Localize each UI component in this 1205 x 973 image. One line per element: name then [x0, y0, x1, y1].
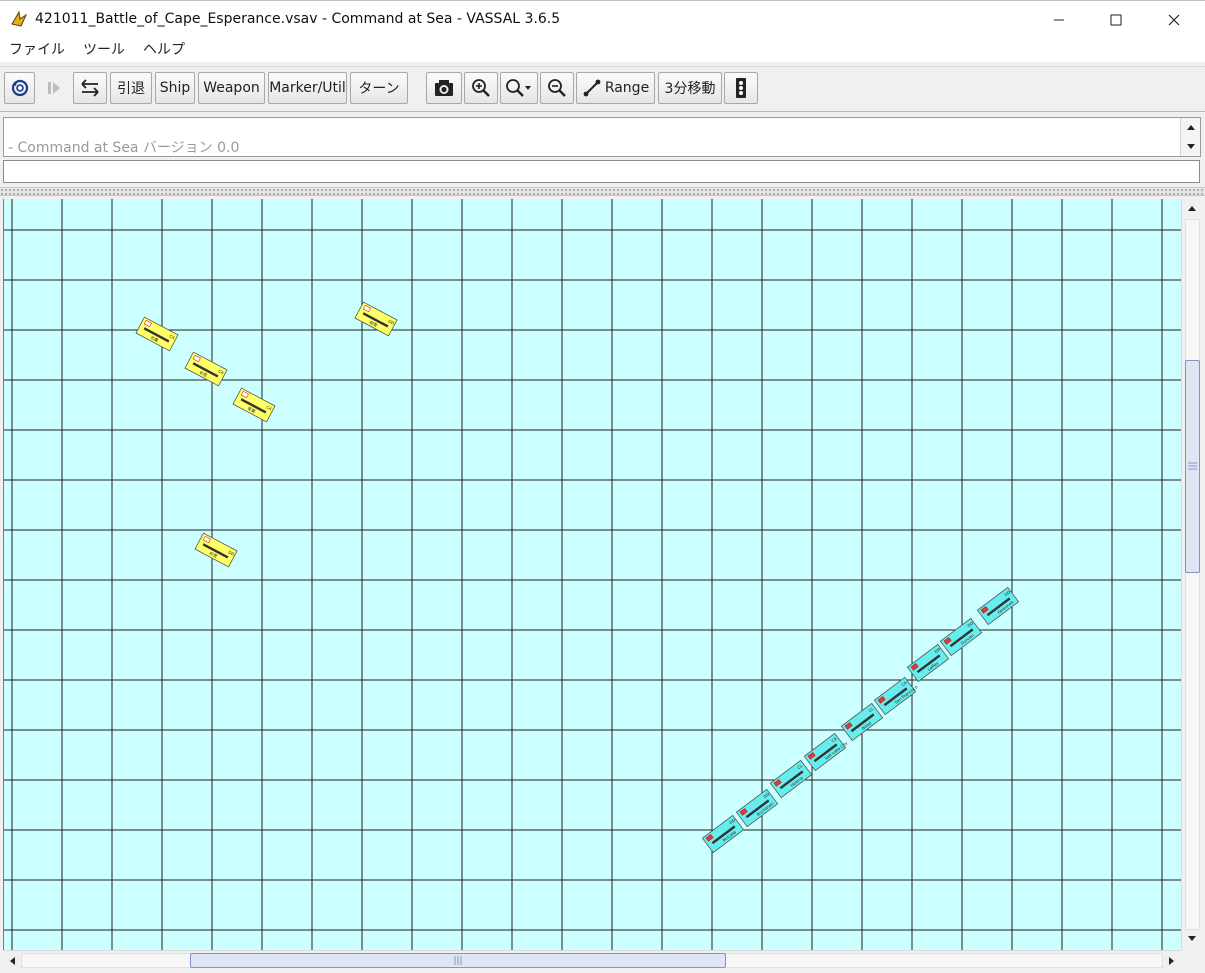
scroll-right-button[interactable]: [1164, 953, 1180, 969]
scrollbar-corner: [1181, 950, 1202, 970]
zoom-in-icon: [472, 79, 490, 97]
arrow-up-icon: [1188, 206, 1196, 211]
move-3min-button[interactable]: 3分移動: [658, 72, 722, 104]
menu-bar: ファイル ツール ヘルプ: [0, 38, 1205, 62]
map-view[interactable]: CA 古鷹 CA 衣笠 CA 青葉 DD 初雪 DD 吹雪 DD McCalla DD Buchanan C…: [3, 199, 1181, 950]
horizontal-scroll-thumb[interactable]: [190, 953, 726, 968]
minimize-icon: [1054, 19, 1064, 21]
vassal-app-icon: [11, 10, 28, 27]
chat-scroll-down-button[interactable]: [1183, 139, 1199, 155]
chat-scroll-up-button[interactable]: [1183, 119, 1199, 135]
menu-tools[interactable]: ツール: [74, 38, 134, 62]
toolbar: 引退 Ship Weapon Marker/Util ターン Range 3分移…: [0, 66, 1205, 112]
marker-util-button[interactable]: Marker/Util: [268, 72, 347, 104]
swap-arrows-icon: [81, 79, 99, 97]
chat-input[interactable]: [3, 160, 1200, 183]
zoom-in-button[interactable]: [464, 72, 498, 104]
chat-log[interactable]: - Command at Sea バージョン 0.0: [3, 117, 1201, 157]
zoom-select-button[interactable]: [500, 72, 538, 104]
turn-button[interactable]: ターン: [350, 72, 408, 104]
move-3min-label: 3分移動: [664, 81, 716, 97]
turn-label: ターン: [358, 81, 400, 97]
flip-button[interactable]: [73, 72, 107, 104]
undo-icon: [11, 79, 28, 97]
traffic-light-button[interactable]: [724, 72, 758, 104]
weapon-button[interactable]: Weapon: [198, 72, 265, 104]
retreat-label: 引退: [117, 81, 145, 97]
arrow-up-icon: [1187, 125, 1195, 130]
chat-message: - Command at Sea バージョン 0.0: [8, 140, 240, 156]
arrow-right-icon: [1169, 957, 1174, 965]
camera-icon: [435, 80, 453, 96]
zoom-dropdown-icon: [506, 79, 531, 97]
zoom-out-icon: [548, 79, 566, 97]
vertical-scroll-thumb[interactable]: [1185, 360, 1200, 573]
arrow-down-icon: [1188, 936, 1196, 941]
minimize-button[interactable]: [1030, 1, 1088, 39]
arrow-left-icon: [10, 957, 15, 965]
close-icon: [1168, 14, 1180, 26]
arrow-down-icon: [1187, 144, 1195, 149]
step-forward-icon: [48, 82, 60, 94]
sea-grid-board: CA古鷹CA衣笠CA青葉DD初雪DD吹雪DDMcCallaDDBuchananC…: [4, 199, 1181, 950]
ship-label: Ship: [159, 80, 191, 96]
close-button[interactable]: [1145, 1, 1203, 39]
screenshot-button[interactable]: [426, 72, 462, 104]
map-horizontal-scrollbar[interactable]: [3, 950, 1181, 970]
range-ruler-icon: [583, 79, 601, 97]
chat-scrollbar[interactable]: [1180, 118, 1200, 156]
grip-icon: [454, 956, 462, 965]
range-label: Range: [604, 80, 650, 96]
step-forward-button[interactable]: [38, 72, 70, 104]
title-bar: 421011_Battle_of_Cape_Esperance.vsav - C…: [0, 0, 1205, 38]
map-vertical-scrollbar[interactable]: [1181, 199, 1202, 950]
grip-icon: [1188, 462, 1197, 470]
retreat-button[interactable]: 引退: [110, 72, 152, 104]
menu-help[interactable]: ヘルプ: [134, 38, 194, 62]
traffic-light-icon: [736, 78, 746, 98]
maximize-button[interactable]: [1087, 1, 1145, 39]
panel-splitter[interactable]: [0, 187, 1205, 196]
weapon-label: Weapon: [203, 80, 260, 96]
zoom-out-button[interactable]: [540, 72, 574, 104]
scroll-down-button[interactable]: [1184, 931, 1200, 947]
ship-button[interactable]: Ship: [155, 72, 195, 104]
maximize-icon: [1110, 14, 1122, 26]
menu-file[interactable]: ファイル: [0, 38, 74, 62]
undo-button[interactable]: [4, 72, 35, 104]
window-title: 421011_Battle_of_Cape_Esperance.vsav - C…: [35, 11, 561, 27]
scroll-left-button[interactable]: [4, 953, 20, 969]
vertical-scroll-track[interactable]: [1185, 219, 1200, 930]
scroll-up-button[interactable]: [1184, 200, 1200, 216]
marker-util-label: Marker/Util: [269, 80, 346, 96]
range-button[interactable]: Range: [576, 72, 655, 104]
